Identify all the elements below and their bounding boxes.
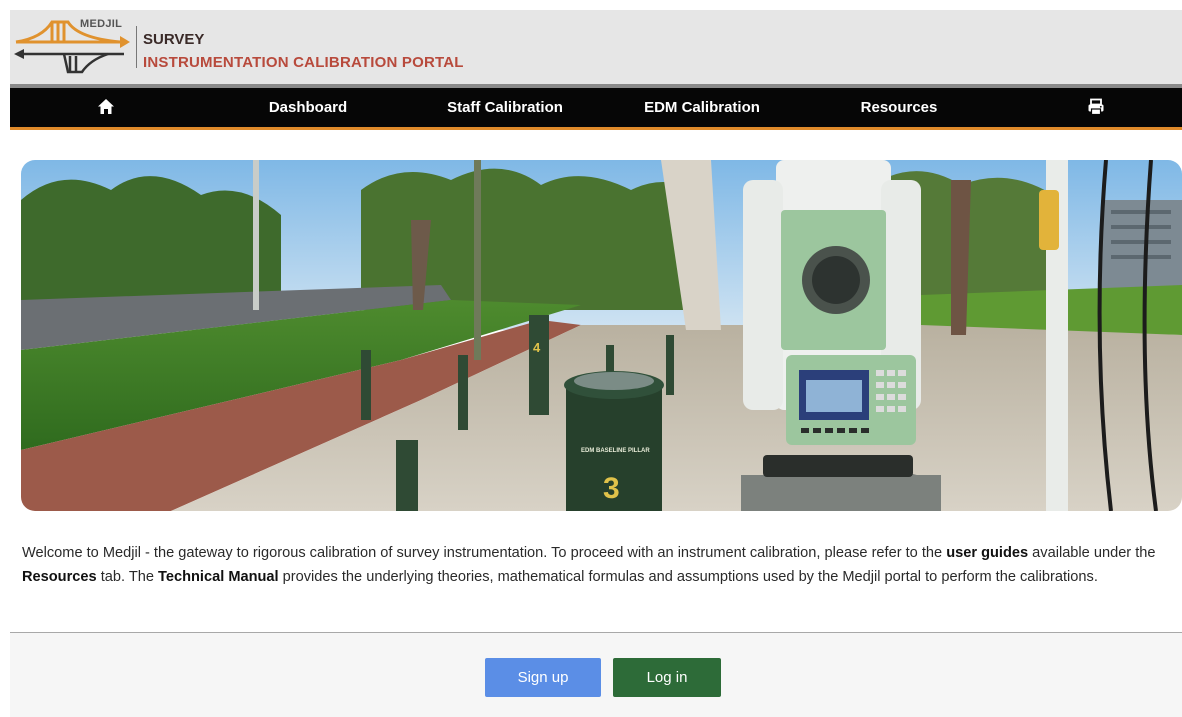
- sign-up-button[interactable]: Sign up: [485, 658, 601, 697]
- nav-edm-calibration[interactable]: EDM Calibration: [630, 88, 774, 127]
- hero-photo: 4 EDM BASELINE PILLAR 3: [21, 160, 1182, 511]
- nav-dashboard[interactable]: Dashboard: [250, 88, 366, 127]
- intro-text-3: tab. The: [96, 568, 159, 585]
- intro-text-1: Welcome to Medjil - the gateway to rigor…: [22, 545, 947, 561]
- user-guides-text: user guides: [946, 545, 1029, 561]
- logo-wordmark: MEDJIL: [80, 18, 123, 30]
- technical-manual-text: Technical Manual: [158, 568, 279, 585]
- main-nav: Dashboard Staff Calibration EDM Calibrat…: [10, 84, 1182, 130]
- brand-separator: [136, 26, 137, 68]
- nav-resources[interactable]: Resources: [840, 88, 958, 127]
- pillar-number: 3: [603, 472, 620, 505]
- home-icon[interactable]: [97, 98, 115, 116]
- hero-illustration: 4 EDM BASELINE PILLAR 3: [21, 160, 1182, 511]
- resources-text: Resources: [22, 568, 97, 585]
- printer-icon[interactable]: [1087, 98, 1105, 116]
- medjil-logo[interactable]: MEDJIL: [12, 12, 132, 80]
- intro-text-2: available under the: [1028, 545, 1156, 561]
- welcome-text: Welcome to Medjil - the gateway to rigor…: [22, 542, 1172, 589]
- nav-staff-calibration[interactable]: Staff Calibration: [430, 88, 580, 127]
- site-header: MEDJIL SURVEY INSTRUMENTATION CALIBRATIO…: [10, 10, 1182, 84]
- page: MEDJIL SURVEY INSTRUMENTATION CALIBRATIO…: [0, 0, 1182, 717]
- intro-text-4: provides the underlying theories, mathem…: [278, 568, 1098, 585]
- pillar-label: EDM BASELINE PILLAR: [581, 448, 650, 454]
- log-in-button[interactable]: Log in: [613, 658, 721, 697]
- brand-subtitle: INSTRUMENTATION CALIBRATION PORTAL: [143, 54, 464, 71]
- brand-title: SURVEY: [143, 31, 205, 48]
- post-number: 4: [533, 340, 541, 355]
